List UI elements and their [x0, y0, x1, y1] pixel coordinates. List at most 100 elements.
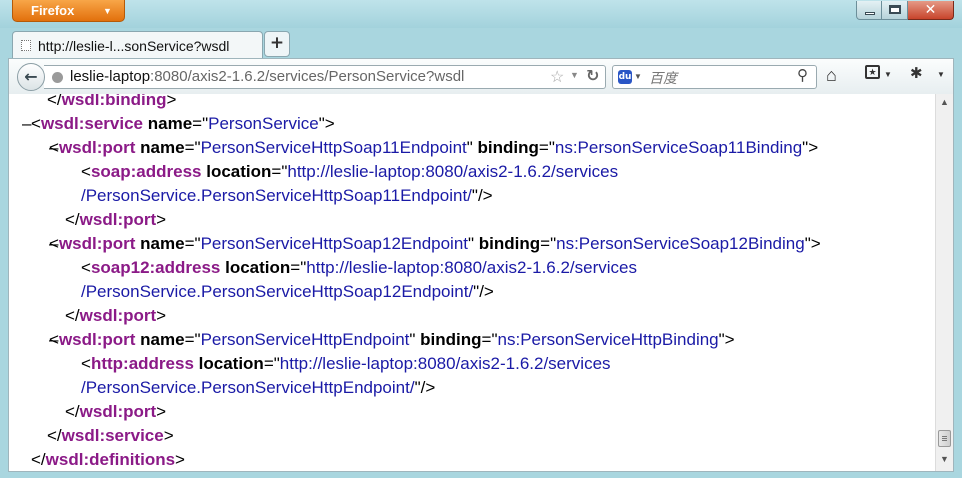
grip-icon [942, 436, 947, 437]
maximize-button[interactable] [882, 1, 908, 20]
xml-line: <http:address location="http://leslie-la… [81, 352, 611, 376]
scroll-up-icon[interactable]: ▲ [936, 94, 953, 111]
xml-attr-value: ns:PersonServiceSoap12Binding [556, 234, 805, 253]
xml-tag-name: wsdl:port [79, 306, 157, 325]
bookmark-star-icon[interactable]: ☆ [550, 67, 564, 87]
xml-punct: "> [318, 114, 335, 133]
xml-attr-name: location [206, 162, 272, 181]
search-input[interactable]: 百度 [649, 68, 677, 88]
xml-punct: </ [65, 306, 80, 325]
xml-attr-name: binding [478, 234, 541, 253]
tab-strip: http://leslie-l...sonService?wsdl + [0, 28, 962, 58]
xml-line: </wsdl:port> [65, 304, 166, 328]
xml-punct: =" [481, 330, 498, 349]
url-text[interactable]: leslie-laptop:8080/axis2-1.6.2/services/… [70, 68, 464, 85]
xml-tag-name: wsdl:port [58, 330, 136, 349]
xml-punct: "> [804, 234, 821, 253]
tab-wsdl[interactable]: http://leslie-l...sonService?wsdl [12, 31, 263, 58]
xml-punct: =" [184, 234, 201, 253]
xml-attr-value: /PersonService.PersonServiceHttpEndpoint… [81, 378, 415, 397]
xml-punct: "/> [473, 282, 494, 301]
url-bar[interactable]: leslie-laptop:8080/axis2-1.6.2/services/… [44, 65, 606, 89]
firefox-menu-button[interactable]: Firefox ▼ [12, 0, 125, 22]
search-bar[interactable]: du ▼ 百度 ⚲ [612, 65, 817, 89]
blank-page-icon [21, 40, 31, 51]
back-button[interactable]: ← [17, 63, 45, 91]
scroll-thumb[interactable] [938, 430, 951, 447]
xml-line: <wsdl:service name="PersonService"> [31, 112, 335, 136]
xml-punct: </ [65, 210, 80, 229]
xml-line: </wsdl:binding> [47, 94, 176, 112]
close-button[interactable]: ✕ [908, 1, 954, 20]
tools-icon[interactable]: ✱ [910, 64, 923, 82]
reload-icon[interactable]: ↻ [586, 66, 599, 85]
xml-line: </wsdl:port> [65, 208, 166, 232]
xml-tag-name: soap:address [90, 162, 202, 181]
chevron-down-icon: ▼ [103, 6, 112, 16]
collapse-toggle[interactable]: – [49, 232, 58, 256]
maximize-icon [889, 5, 901, 14]
tools-dropdown-icon[interactable]: ▼ [937, 70, 945, 79]
xml-attr-value: PersonService [208, 114, 319, 133]
globe-icon [52, 72, 63, 83]
xml-attr-value: /PersonService.PersonServiceHttpSoap12En… [81, 282, 474, 301]
xml-punct: =" [271, 162, 288, 181]
collapse-toggle[interactable]: – [49, 136, 58, 160]
xml-punct: " [409, 330, 421, 349]
xml-line: <soap:address location="http://leslie-la… [81, 160, 618, 184]
xml-attr-name: binding [477, 138, 539, 157]
minimize-button[interactable] [856, 1, 882, 20]
close-icon: ✕ [924, 2, 937, 18]
new-tab-button[interactable]: + [264, 31, 290, 57]
xml-punct: "> [718, 330, 735, 349]
xml-tag-name: wsdl:binding [61, 94, 167, 109]
baidu-engine-icon[interactable]: du [618, 70, 632, 84]
xml-punct: </ [31, 450, 46, 469]
vertical-scrollbar[interactable]: ▲ ▼ [935, 94, 953, 471]
xml-attr-value: PersonServiceHttpSoap11Endpoint [200, 138, 467, 157]
xml-punct: " [466, 138, 478, 157]
xml-punct: </ [47, 94, 62, 109]
xml-punct: =" [538, 138, 555, 157]
xml-line: <wsdl:port name="PersonServiceHttpEndpoi… [49, 328, 735, 352]
xml-punct: =" [540, 234, 557, 253]
xml-attr-name: location [225, 258, 291, 277]
xml-punct: "/> [471, 186, 493, 205]
firefox-menu-label: Firefox [31, 3, 75, 18]
xml-line: /PersonService.PersonServiceHttpEndpoint… [81, 376, 435, 400]
xml-punct: </ [65, 402, 80, 421]
xml-punct: > [166, 94, 177, 109]
url-path: :8080/axis2-1.6.2/services/PersonService… [150, 68, 465, 85]
bookmarks-dropdown-icon[interactable]: ▼ [884, 70, 892, 79]
xml-punct: > [175, 450, 185, 469]
engine-dropdown-icon[interactable]: ▼ [634, 72, 642, 81]
home-icon[interactable]: ⌂ [826, 65, 837, 86]
xml-line: <soap12:address location="http://leslie-… [81, 256, 637, 280]
xml-tag-name: wsdl:port [79, 210, 157, 229]
xml-tag-name: wsdl:definitions [45, 450, 176, 469]
xml-punct: =" [184, 138, 201, 157]
collapse-toggle[interactable]: – [22, 112, 31, 136]
collapse-toggle[interactable]: – [49, 328, 58, 352]
scroll-down-icon[interactable]: ▼ [936, 451, 953, 468]
xml-attr-value: http://leslie-laptop:8080/axis2-1.6.2/se… [279, 354, 611, 373]
page-content: </wsdl:binding> <wsdl:service name="Perso… [8, 94, 954, 472]
xml-punct: > [156, 402, 167, 421]
xml-attr-value: http://leslie-laptop:8080/axis2-1.6.2/se… [287, 162, 619, 181]
xml-tag-name: wsdl:service [61, 426, 164, 445]
url-host: leslie-laptop [70, 68, 151, 85]
xml-punct: < [31, 114, 41, 133]
xml-punct: =" [192, 114, 209, 133]
search-icon[interactable]: ⚲ [797, 66, 808, 84]
xml-tag-name: wsdl:service [40, 114, 143, 133]
bookmarks-icon[interactable]: ★ [865, 65, 880, 79]
xml-line: <wsdl:port name="PersonServiceHttpSoap12… [49, 232, 821, 256]
url-history-dropdown-icon[interactable]: ▼ [570, 70, 579, 80]
xml-tag-name: wsdl:port [58, 138, 136, 157]
xml-attr-value: PersonServiceHttpEndpoint [200, 330, 410, 349]
tab-label: http://leslie-l...sonService?wsdl [38, 38, 230, 54]
title-bar: Firefox ▼ ✕ [0, 0, 962, 28]
xml-attr-value: http://leslie-laptop:8080/axis2-1.6.2/se… [306, 258, 638, 277]
xml-punct: "> [802, 138, 819, 157]
xml-tag-name: wsdl:port [58, 234, 136, 253]
